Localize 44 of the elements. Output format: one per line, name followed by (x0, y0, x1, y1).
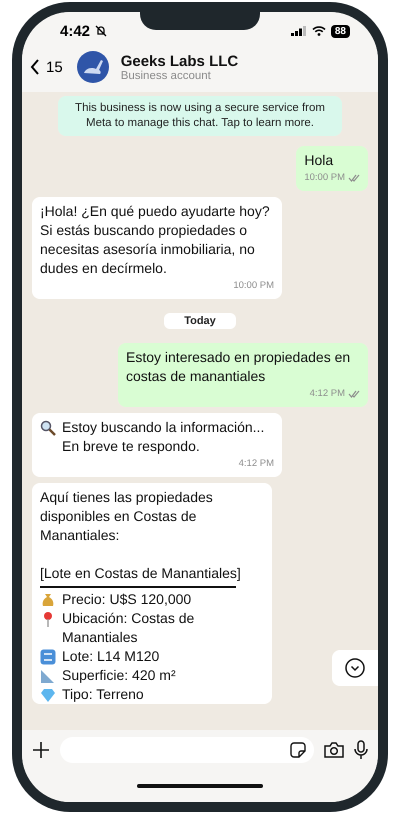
gem-icon (40, 687, 56, 703)
camera-button[interactable] (324, 742, 344, 758)
money-bag-icon (40, 592, 56, 608)
double-check-icon (348, 390, 360, 398)
signal-icon (290, 26, 307, 36)
chevron-down-icon (345, 658, 365, 678)
avatar[interactable] (76, 51, 109, 83)
double-check-icon (348, 174, 360, 182)
microphone-icon (354, 740, 368, 760)
message-time: 4:12 PM (238, 457, 274, 471)
message-time: 4:12 PM (310, 387, 345, 401)
listing-detail: Lote: L14 M120 (62, 647, 160, 666)
triangle-ruler-icon (40, 668, 56, 684)
microphone-button[interactable] (354, 740, 368, 760)
scroll-down-button[interactable] (332, 650, 378, 686)
listing-detail: Ubicación: Costas de Manantiales (62, 609, 196, 647)
message-text: Hola (304, 152, 334, 168)
listing-title: [Lote en Costas de Manantiales] (40, 565, 241, 581)
message-text: ¡Hola! ¿En qué puedo ayudarte hoy? Si estás buscando propiedades o necesitas asesoría inmobiliaria, no dudes en decírmelo. (40, 203, 270, 276)
bell-off-icon (95, 25, 108, 37)
magnifier-icon (40, 420, 56, 436)
listing-detail: Tipo: Terreno (62, 685, 144, 704)
system-notice[interactable]: This business is now using a secure service from Meta to manage this chat. Tap to learn more. (58, 96, 342, 136)
wifi-icon (312, 26, 326, 36)
status-time: 4:42 (60, 22, 90, 40)
number-keys-icon (40, 649, 56, 665)
contact-name[interactable]: Geeks Labs LLC (120, 52, 238, 70)
battery-level: 88 (330, 24, 350, 38)
message-text: Estoy interesado en propiedades en costas de manantiales (126, 349, 350, 384)
listing-detail: Superficie: 420 m² (62, 666, 176, 685)
back-button[interactable]: 15 (30, 58, 63, 76)
back-icon (30, 59, 40, 75)
message-time: 10:00 PM (233, 279, 274, 293)
message-text: Estoy buscando la información... En breve te respondo. (62, 418, 266, 456)
sticker-icon[interactable] (290, 742, 306, 758)
date-chip: Today (164, 313, 236, 329)
message-time: 10:00 PM (304, 171, 345, 185)
message-text: Aquí tienes las propiedades disponibles en Costas de Manantiales: (40, 489, 213, 543)
message-field[interactable] (60, 737, 314, 763)
contact-subtitle: Business account (120, 70, 212, 82)
camera-icon (324, 742, 344, 758)
plus-button[interactable] (32, 741, 50, 759)
plus-icon (32, 741, 50, 759)
listing-detail: Precio: U$S 120,000 (62, 590, 192, 609)
